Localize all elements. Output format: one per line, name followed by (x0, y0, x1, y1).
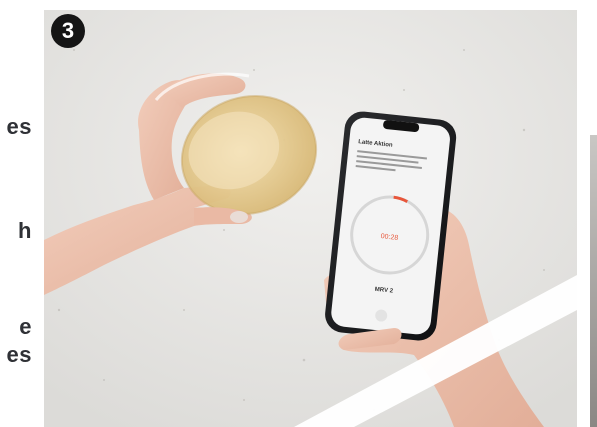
right-cropped-panel (577, 0, 597, 427)
text-fragment-3: e (19, 314, 32, 339)
product-photo: Latte Aktion 00:28 MRV 2 (44, 10, 577, 427)
photo-illustration: Latte Aktion 00:28 MRV 2 (44, 10, 577, 427)
next-photo-edge (590, 135, 597, 427)
text-fragment-1: es (6, 114, 32, 139)
text-fragment-2: h (18, 218, 32, 243)
text-fragment-4: es (6, 342, 32, 367)
step-number-badge: 3 (51, 14, 85, 48)
left-text-column: es h e es (0, 0, 44, 427)
